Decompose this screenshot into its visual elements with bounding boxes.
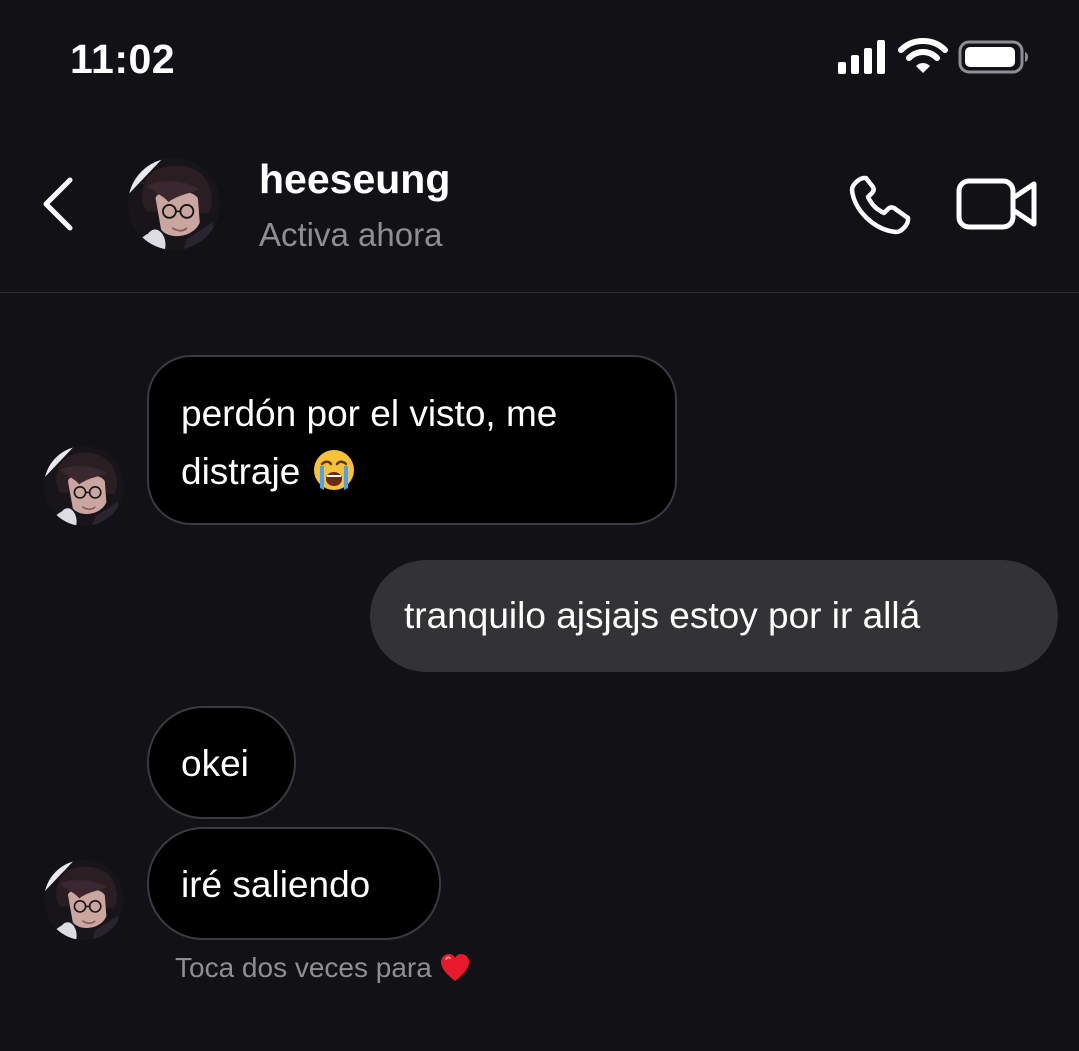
chat-header: heeseung Activa ahora: [0, 130, 1079, 293]
hint-text: Toca dos veces para: [175, 952, 432, 983]
message-bubble-incoming[interactable]: iré saliendo: [147, 827, 441, 940]
red-heart-icon: [440, 954, 469, 981]
battery-icon: [958, 40, 1028, 74]
message-text: perdón por el visto, me distraje: [181, 393, 558, 492]
avatar[interactable]: [44, 446, 124, 526]
video-camera-icon[interactable]: [956, 178, 1038, 230]
wifi-icon: [898, 38, 948, 73]
profile-photo: [44, 860, 124, 940]
double-tap-hint: Toca dos veces para: [175, 952, 470, 984]
status-bar: 11:02: [0, 0, 1079, 120]
status-time: 11:02: [70, 36, 176, 82]
message-bubble-incoming[interactable]: perdón por el visto, me distraje: [147, 355, 677, 525]
avatar[interactable]: [128, 158, 220, 250]
message-text: iré saliendo: [181, 864, 371, 905]
phone-icon[interactable]: [848, 174, 914, 236]
message-bubble-outgoing[interactable]: tranquilo ajsjajs estoy por ir allá: [370, 560, 1058, 672]
profile-photo: [128, 158, 220, 250]
message-text: tranquilo ajsjajs estoy por ir allá: [404, 595, 921, 636]
loudly-crying-face-emoji: [314, 450, 355, 490]
chevron-left-icon[interactable]: [38, 176, 78, 232]
message-text: okei: [181, 743, 249, 784]
presence-status: Activa ahora: [259, 216, 443, 253]
message-bubble-incoming[interactable]: okei: [147, 706, 296, 819]
profile-photo: [44, 446, 124, 526]
avatar[interactable]: [44, 860, 124, 940]
cellular-signal-icon: [838, 40, 885, 74]
contact-name[interactable]: heeseung: [259, 156, 450, 203]
